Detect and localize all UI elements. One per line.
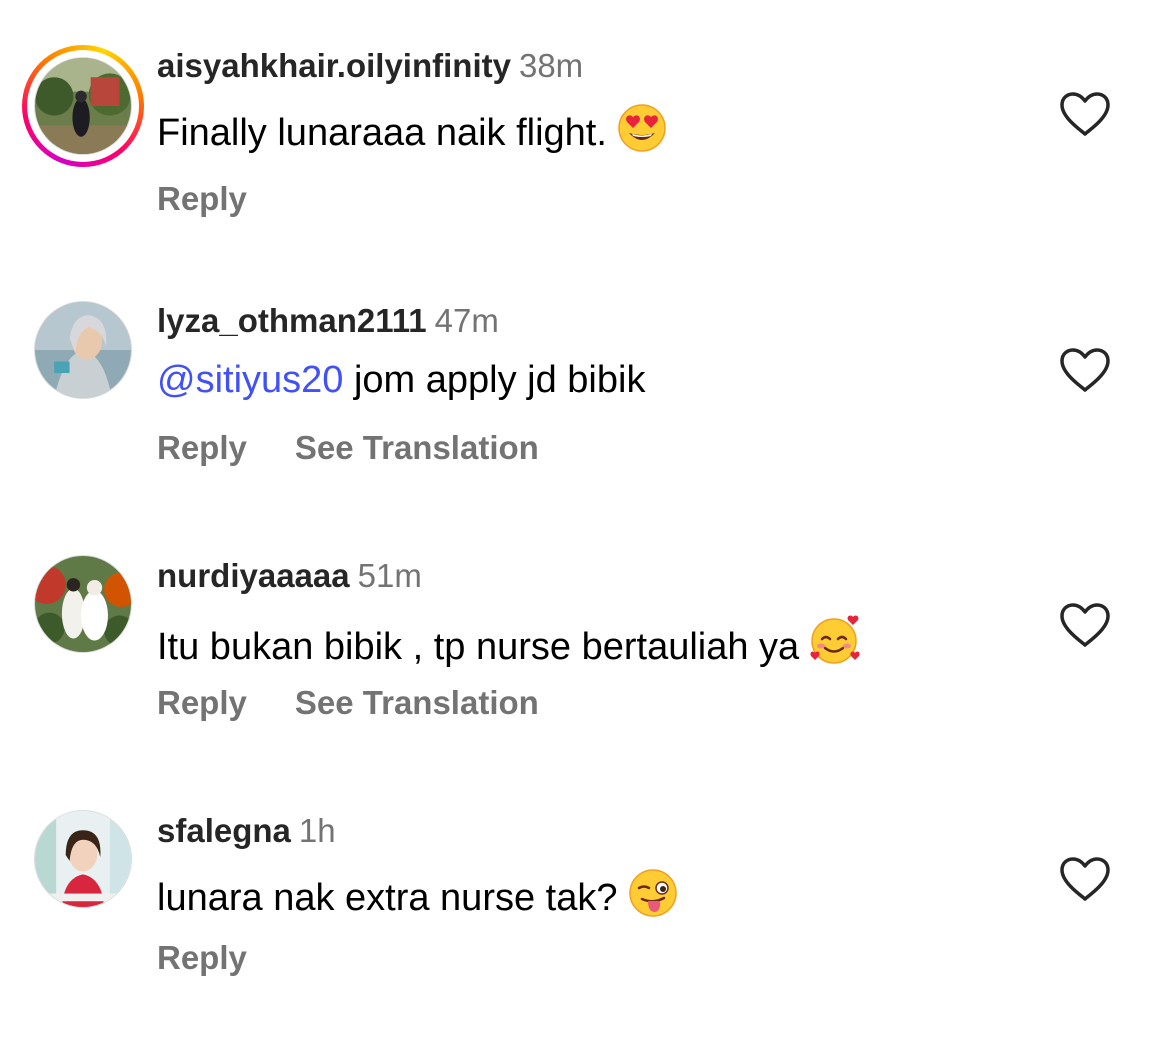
comment-header: nurdiyaaaaa 51m	[157, 558, 422, 594]
like-button[interactable]	[1058, 855, 1112, 903]
timestamp: 47m	[434, 302, 499, 339]
username[interactable]: lyza_othman2111	[157, 302, 427, 339]
timestamp: 51m	[357, 557, 422, 594]
like-button[interactable]	[1058, 90, 1112, 138]
reply-button[interactable]: Reply	[157, 684, 247, 721]
comment-item: aisyahkhair.oilyinfinity 38m Finally luna…	[0, 0, 1169, 240]
smiling-face-with-hearts-emoji-icon	[809, 613, 863, 677]
comment-body: jom apply jd bibik	[343, 359, 646, 401]
avatar[interactable]	[34, 555, 132, 653]
avatar-photo	[34, 57, 132, 155]
like-button[interactable]	[1058, 346, 1112, 394]
see-translation-button[interactable]: See Translation	[295, 429, 539, 466]
username[interactable]: aisyahkhair.oilyinfinity	[157, 47, 511, 84]
comment-item: sfalegna 1h lunara nak extra nurse tak? R…	[0, 765, 1169, 1005]
comment-header: aisyahkhair.oilyinfinity 38m	[157, 48, 583, 84]
avatar-photo	[34, 810, 132, 908]
reply-button[interactable]: Reply	[157, 429, 247, 466]
comment-text: @sitiyus20 jom apply jd bibik	[157, 358, 645, 402]
timestamp: 1h	[298, 812, 336, 849]
username[interactable]: sfalegna	[157, 812, 291, 849]
avatar[interactable]	[34, 301, 132, 399]
see-translation-button[interactable]: See Translation	[295, 684, 539, 721]
username[interactable]: nurdiyaaaaa	[157, 557, 350, 594]
mention-link[interactable]: @sitiyus20	[157, 359, 343, 401]
comment-header: lyza_othman2111 47m	[157, 303, 499, 339]
comment-actions: Reply	[157, 940, 247, 976]
reply-button[interactable]: Reply	[157, 180, 247, 217]
avatar-photo	[34, 555, 132, 653]
comment-text: lunara nak extra nurse tak?	[157, 868, 678, 928]
timestamp: 38m	[518, 47, 584, 84]
heart-outline-icon	[1060, 92, 1110, 136]
heart-eyes-emoji-icon	[617, 103, 667, 163]
avatar[interactable]	[22, 45, 144, 167]
comment-body: lunara nak extra nurse tak?	[157, 877, 618, 919]
reply-button[interactable]: Reply	[157, 939, 247, 976]
winking-face-with-tongue-emoji-icon	[628, 868, 678, 928]
like-button[interactable]	[1058, 601, 1112, 649]
comment-text: Itu bukan bibik , tp nurse bertauliah ya	[157, 613, 863, 677]
comment-item: lyza_othman2111 47m @sitiyus20 jom apply …	[0, 255, 1169, 495]
comment-header: sfalegna 1h	[157, 813, 336, 849]
heart-outline-icon	[1060, 603, 1110, 647]
comment-actions: Reply See Translation	[157, 430, 539, 466]
avatar[interactable]	[34, 810, 132, 908]
comment-body: Itu bukan bibik , tp nurse bertauliah ya	[157, 626, 800, 668]
heart-outline-icon	[1060, 857, 1110, 901]
heart-outline-icon	[1060, 348, 1110, 392]
comment-body: Finally lunaraaa naik flight.	[157, 112, 607, 154]
comment-text: Finally lunaraaa naik flight.	[157, 103, 667, 163]
avatar-photo	[34, 301, 132, 399]
comment-actions: Reply See Translation	[157, 685, 539, 721]
comment-actions: Reply	[157, 181, 247, 217]
comment-item: nurdiyaaaaa 51m Itu bukan bibik , tp nurs…	[0, 510, 1169, 750]
